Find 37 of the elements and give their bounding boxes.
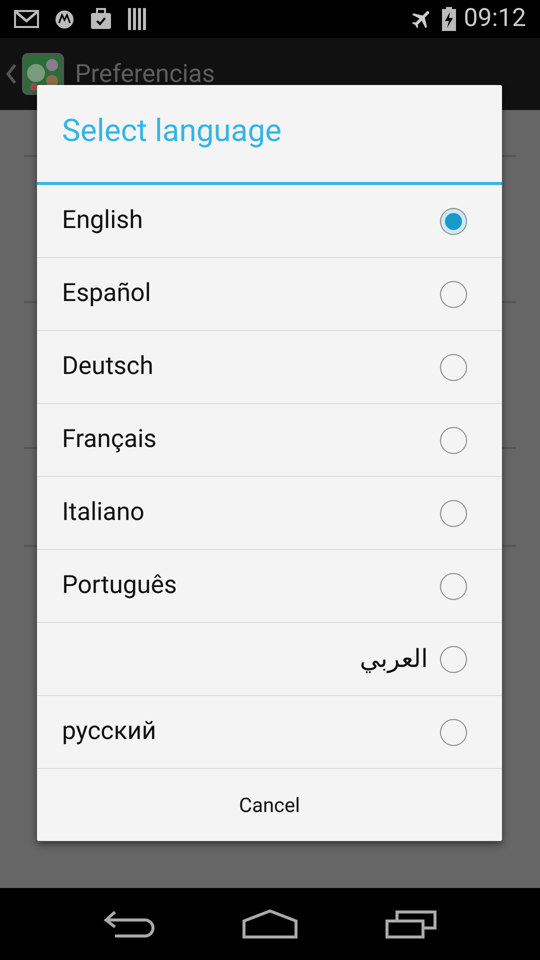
recent-apps-icon[interactable] xyxy=(384,909,437,939)
logo-icon xyxy=(55,10,74,28)
language-label: English xyxy=(62,205,144,238)
language-option[interactable]: Français xyxy=(37,404,502,477)
language-label: Français xyxy=(62,424,158,456)
clock-time: 09:12 xyxy=(464,3,526,36)
radio-button[interactable] xyxy=(440,426,467,454)
back-caret-icon[interactable] xyxy=(5,63,17,85)
radio-button[interactable] xyxy=(440,354,467,380)
language-option[interactable]: русский xyxy=(37,696,502,769)
radio-button[interactable] xyxy=(440,572,467,600)
language-label: Italiano xyxy=(62,497,146,530)
cancel-button[interactable]: Cancel xyxy=(37,769,502,841)
radio-button[interactable] xyxy=(440,500,467,526)
language-option[interactable]: Português xyxy=(37,550,502,623)
language-option[interactable]: Español xyxy=(37,258,502,331)
radio-button[interactable] xyxy=(440,208,467,234)
mail-icon xyxy=(14,10,39,28)
barcode-icon xyxy=(128,8,146,30)
back-icon[interactable] xyxy=(103,910,156,938)
briefcase-check-icon xyxy=(90,8,112,30)
screen-title: Preferencias xyxy=(75,59,215,92)
language-option[interactable]: Deutsch xyxy=(37,331,502,404)
home-icon[interactable] xyxy=(242,909,298,939)
battery-charging-icon xyxy=(442,7,456,31)
radio-button[interactable] xyxy=(440,718,467,746)
language-label: Español xyxy=(62,278,152,310)
language-option[interactable]: English xyxy=(37,185,502,258)
language-option[interactable]: العربي xyxy=(37,623,502,696)
radio-button[interactable] xyxy=(440,646,467,672)
language-option[interactable]: Italiano xyxy=(37,477,502,550)
language-label: Português xyxy=(62,570,178,602)
radio-button[interactable] xyxy=(440,280,467,308)
language-label: русский xyxy=(62,716,158,748)
language-label: Deutsch xyxy=(62,351,154,384)
language-label: العربي xyxy=(358,643,429,676)
dialog-title: Select language xyxy=(62,111,282,152)
